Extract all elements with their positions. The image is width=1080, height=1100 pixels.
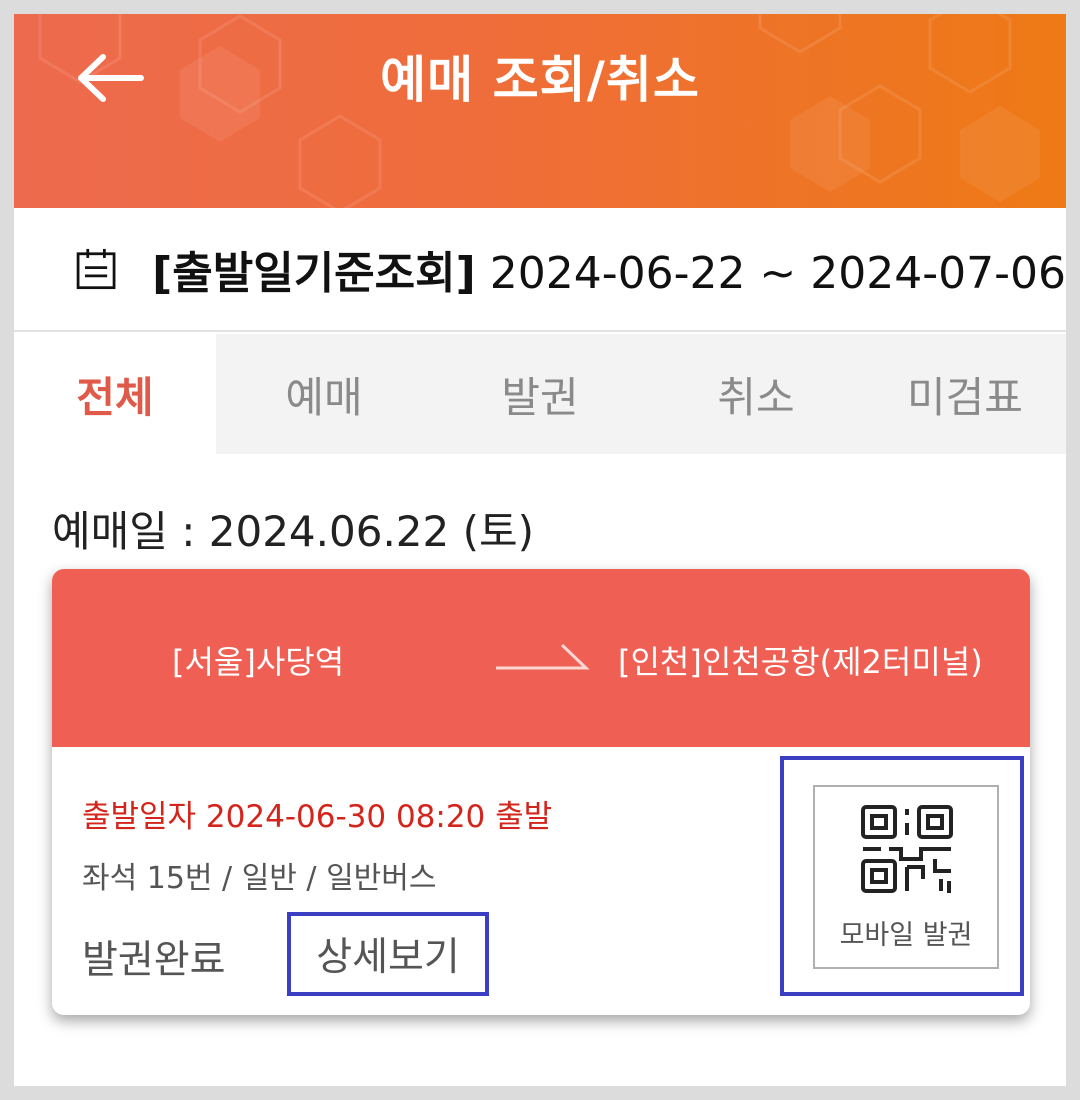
- app-screen: 예매 조회/취소 [출발일기준조회] 2024-06-22 ~ 2024-07-…: [14, 14, 1066, 1086]
- departure-info: 출발일자 2024-06-30 08:20 출발: [82, 799, 553, 835]
- route-origin: [서울]사당역: [172, 643, 345, 681]
- date-range-filter[interactable]: [출발일기준조회] 2024-06-22 ~ 2024-07-06: [14, 208, 1066, 332]
- tab-booking[interactable]: 예매: [216, 334, 432, 454]
- tab-issued[interactable]: 발권: [432, 334, 648, 454]
- mobile-ticket-box: 모바일 발권: [813, 785, 999, 969]
- booking-date: 예매일 : 2024.06.22 (토): [52, 507, 535, 556]
- app-header: 예매 조회/취소: [14, 14, 1066, 208]
- ticket-card: [서울]사당역 [인천]인천공항(제2터미널) 출발일자 2024-06-30 …: [52, 569, 1030, 1015]
- route-header: [서울]사당역 [인천]인천공항(제2터미널): [52, 569, 1030, 747]
- route-destination: [인천]인천공항(제2터미널): [618, 643, 983, 681]
- date-range-text: [출발일기준조회] 2024-06-22 ~ 2024-07-06: [152, 237, 1066, 301]
- date-range-label: [출발일기준조회]: [152, 248, 476, 299]
- seat-info: 좌석 15번 / 일반 / 일반버스: [82, 861, 437, 896]
- view-details-button[interactable]: 상세보기: [287, 912, 489, 996]
- tab-cancelled[interactable]: 취소: [648, 334, 864, 454]
- mobile-ticket-label: 모바일 발권: [839, 920, 973, 951]
- qr-code-icon: [861, 805, 953, 893]
- status-tabs: 전체 예매 발권 취소 미검표: [14, 334, 1066, 454]
- page-title: 예매 조회/취소: [380, 51, 700, 109]
- tab-unchecked[interactable]: 미검표: [864, 334, 1066, 454]
- date-range-value: 2024-06-22 ~ 2024-07-06: [489, 248, 1066, 299]
- calendar-icon: [76, 248, 116, 290]
- route-arrow-icon: [496, 643, 590, 670]
- mobile-ticket-button[interactable]: 모바일 발권: [780, 756, 1024, 996]
- ticket-status: 발권완료: [82, 938, 226, 983]
- tab-all[interactable]: 전체: [14, 334, 216, 454]
